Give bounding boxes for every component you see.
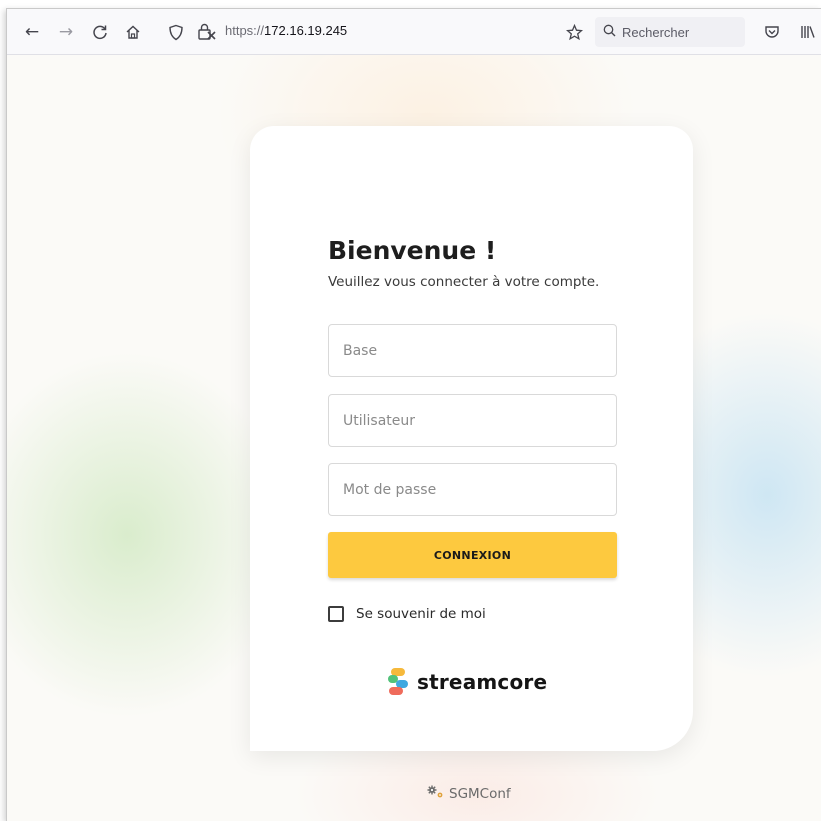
remember-me-label: Se souvenir de moi (356, 606, 486, 622)
bookmark-star-icon[interactable] (563, 21, 585, 43)
password-input[interactable] (328, 463, 617, 516)
browser-search-box[interactable]: Rechercher (595, 17, 745, 47)
footer-text: SGMConf (449, 785, 511, 802)
gears-icon (427, 785, 445, 802)
url-host: 172.16.19.245 (264, 23, 348, 38)
base-input[interactable] (328, 324, 617, 377)
library-icon[interactable] (797, 21, 819, 43)
insecure-lock-icon[interactable] (196, 21, 218, 43)
pocket-icon[interactable] (761, 21, 783, 43)
forward-arrow-icon[interactable]: → (55, 21, 77, 43)
login-button[interactable]: CONNEXION (328, 532, 617, 578)
footer-link[interactable]: SGMConf (427, 785, 511, 802)
remember-me-row[interactable]: Se souvenir de moi (328, 606, 486, 622)
remember-me-checkbox[interactable] (328, 606, 344, 622)
home-icon[interactable] (122, 21, 144, 43)
streamcore-logo: streamcore (387, 667, 547, 697)
login-card: Bienvenue ! Veuillez vous connecter à vo… (250, 126, 693, 751)
browser-toolbar: ← → https://172.16.19.245 Rechercher (7, 9, 821, 55)
page-title: Bienvenue ! (328, 236, 497, 265)
back-arrow-icon[interactable]: ← (21, 21, 43, 43)
streamcore-logo-icon (388, 668, 408, 695)
tracking-shield-icon[interactable] (165, 21, 187, 43)
url-bar[interactable]: https://172.16.19.245 (225, 23, 347, 38)
username-input[interactable] (328, 394, 617, 447)
browser-window: ← → https://172.16.19.245 Rechercher Bie… (6, 8, 821, 821)
page-subtitle: Veuillez vous connecter à votre compte. (328, 274, 600, 290)
reload-icon[interactable] (89, 21, 111, 43)
search-placeholder: Rechercher (622, 24, 690, 40)
url-scheme: https:// (225, 23, 265, 38)
page-viewport: Bienvenue ! Veuillez vous connecter à vo… (7, 55, 821, 821)
streamcore-logo-text: streamcore (417, 670, 548, 694)
search-icon (603, 24, 616, 41)
